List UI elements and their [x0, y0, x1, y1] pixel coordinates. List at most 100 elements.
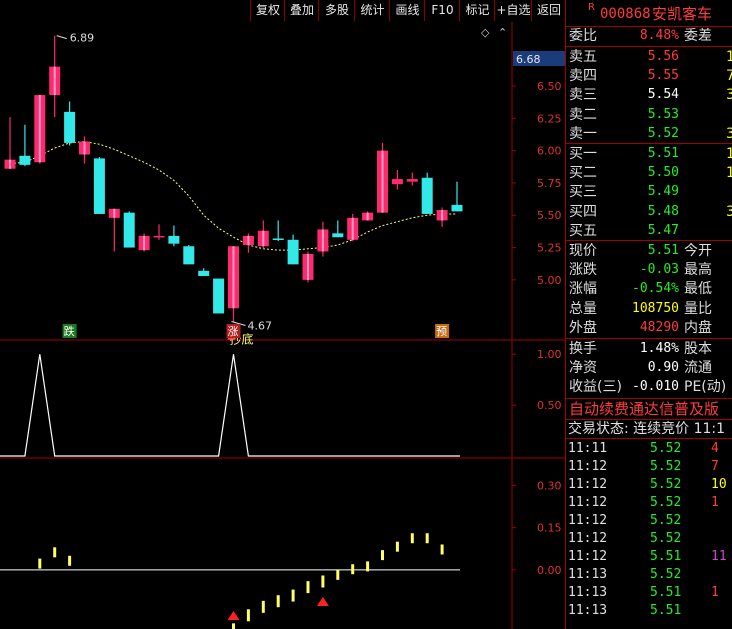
y-tick-label: 0.50: [537, 399, 562, 412]
stock-header[interactable]: R 000868 安凯客车: [566, 0, 732, 26]
candle: [93, 157, 105, 214]
candle: [302, 251, 314, 283]
candle-body: [332, 233, 344, 238]
book-row: 买一 5.51 1: [566, 145, 732, 163]
toolbar-button-4[interactable]: 画线: [389, 0, 425, 21]
quote-row: 涨跌 -0.03 最高: [566, 261, 732, 279]
candle: [332, 220, 344, 238]
tick-time: 11:12: [568, 459, 608, 474]
chart-area: ◇ ⌃ 6.506.256.005.755.505.255.006.686.894…: [0, 22, 565, 629]
candle: [362, 211, 374, 221]
tick-volume: 4: [711, 441, 719, 456]
book-label: 卖二: [569, 106, 597, 123]
book-row: 卖五 5.56 1: [566, 48, 732, 66]
toolbar-button-3[interactable]: 统计: [354, 0, 390, 21]
tick-time: 11:12: [568, 549, 608, 564]
tick-time: 11:11: [568, 441, 608, 456]
tick-row[interactable]: 11:13 5.52: [566, 566, 732, 584]
book-volume: 3: [726, 87, 732, 104]
toolbar-button-5[interactable]: F10: [424, 0, 460, 21]
candle-body: [451, 204, 463, 212]
fundamental-row: 换手 1.48% 股本: [566, 340, 732, 358]
candle: [347, 213, 359, 242]
book-price: 5.52: [647, 125, 679, 141]
tick-row[interactable]: 11:12 5.52 7: [566, 458, 732, 476]
signal-triangle: [227, 611, 240, 620]
candle-body: [123, 212, 135, 248]
signal-triangle: [316, 597, 329, 606]
toolbar-button-0[interactable]: 复权: [250, 0, 285, 21]
candle: [108, 208, 120, 252]
order-ratio-row: 委比 8.48% 委差: [566, 27, 732, 45]
tick-row[interactable]: 11:12 5.52 1: [566, 494, 732, 512]
toolbar-button-6[interactable]: 标记: [459, 0, 495, 21]
tick-time: 11:12: [568, 531, 608, 546]
quote-value: 5.51: [647, 243, 679, 258]
candle: [4, 117, 16, 169]
signal-marker-label: 跌: [64, 324, 75, 338]
toolbar-button-2[interactable]: 多股: [318, 0, 355, 21]
candle-body: [64, 111, 76, 143]
tick-row[interactable]: 11:11 5.52 4: [566, 440, 732, 458]
tick-row[interactable]: 11:12 5.52 10: [566, 476, 732, 494]
candle: [153, 224, 165, 240]
low-label: 4.67: [248, 319, 273, 332]
renewal-banner[interactable]: 自动续费通达信普及版: [569, 399, 719, 419]
candle: [49, 35, 61, 118]
book-label: 买二: [569, 165, 597, 182]
diamond-icon[interactable]: ◇: [481, 26, 490, 39]
divider: [566, 143, 732, 144]
trade-status: 交易状态: 连续竞价 11:1: [568, 421, 726, 437]
candle: [242, 233, 254, 253]
book-label: 卖一: [569, 125, 597, 142]
candle-body: [183, 246, 195, 265]
tick-time: 11:13: [568, 567, 608, 582]
toolbar-button-7[interactable]: +自选: [494, 0, 532, 21]
tick-time: 11:13: [568, 603, 608, 618]
candle: [183, 244, 195, 265]
book-price: 5.48: [647, 203, 679, 219]
book-volume: 3: [726, 125, 732, 142]
tick-price: 5.51: [650, 585, 682, 600]
tick-row[interactable]: 11:13 5.51 1: [566, 584, 732, 602]
toolbar-button-1[interactable]: 叠加: [284, 0, 319, 21]
divider: [566, 46, 732, 47]
expand-icon[interactable]: ⌃: [498, 26, 507, 39]
divider: [566, 240, 732, 241]
indicator-panel-2: 0.30 0.15 0.00: [0, 479, 562, 629]
book-label: 买一: [569, 146, 597, 162]
quote-label: 涨跌: [569, 262, 597, 279]
tick-price: 5.52: [650, 567, 682, 582]
candle: [272, 220, 284, 242]
fundamental-value: -0.010: [632, 379, 679, 394]
quote-label: 涨幅: [569, 281, 597, 298]
candle: [377, 142, 388, 213]
book-price: 5.47: [647, 222, 679, 238]
book-row: 买三 5.49: [566, 183, 732, 201]
candle: [34, 95, 46, 164]
y-tick-label: 6.25: [537, 112, 562, 125]
tick-price: 5.52: [650, 495, 682, 510]
quote-row: 总量 108750 量比: [566, 300, 732, 318]
y-tick-label: 5.25: [537, 242, 562, 255]
book-label: 卖五: [569, 49, 597, 65]
tick-row[interactable]: 11:12 5.52: [566, 530, 732, 548]
fundamental-value: 0.90: [647, 360, 679, 375]
toolbar-button-8[interactable]: 返回: [531, 0, 566, 21]
candle-body: [391, 179, 403, 185]
book-price: 5.50: [647, 165, 679, 181]
tick-row[interactable]: 11:13 5.51: [566, 602, 732, 620]
stock-flag: R: [588, 2, 595, 13]
candle: [79, 136, 90, 164]
tick-row[interactable]: 11:12 5.51 11: [566, 548, 732, 566]
fundamental-extra-label: 股本: [684, 341, 712, 357]
candle: [19, 124, 31, 167]
tick-row[interactable]: 11:12 5.52: [566, 512, 732, 530]
book-label: 卖四: [569, 68, 597, 85]
divider: [566, 338, 732, 339]
book-row: 卖一 5.52 3: [566, 125, 732, 143]
book-label: 买四: [569, 203, 597, 220]
book-price: 5.55: [647, 68, 679, 84]
candle: [421, 172, 433, 214]
kline-panel: 6.50 6.25 6.00 5.75 5.50 5.25 5.00 6.68 6.89 4.67…: [4, 32, 565, 346]
